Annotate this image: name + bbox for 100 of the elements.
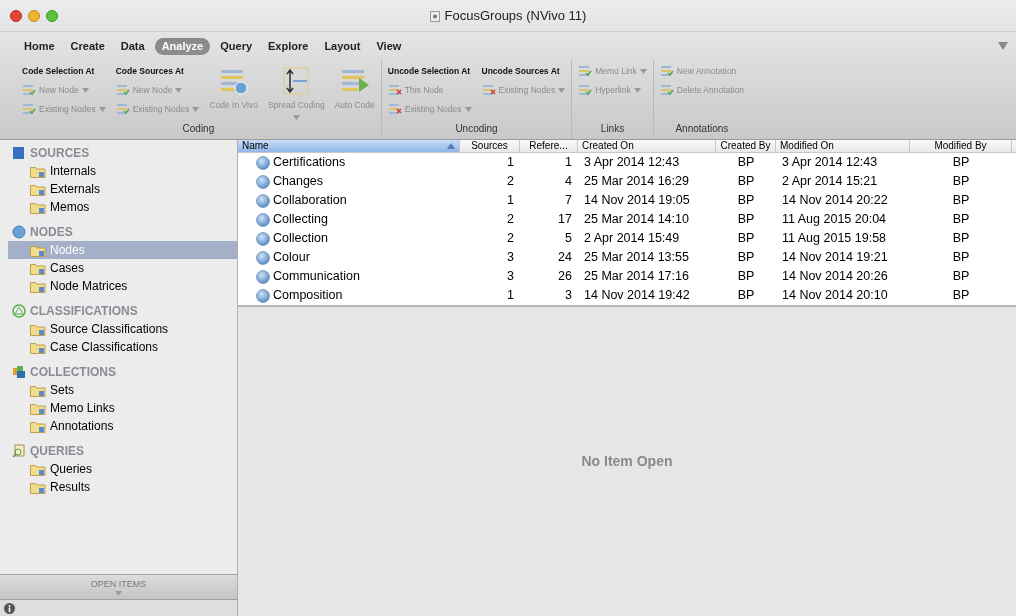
table-cell-text: 3	[506, 268, 515, 286]
node-row-name[interactable]: Collection	[238, 229, 460, 248]
blocks-icon	[12, 365, 26, 379]
sidebar-item[interactable]: Results	[8, 478, 237, 496]
ribbon-tab[interactable]: Query	[214, 37, 259, 55]
node-row-name[interactable]: Changes	[238, 172, 460, 191]
caret-icon	[98, 106, 106, 112]
sidebar-item[interactable]: Annotations	[8, 417, 237, 435]
folder-icon	[30, 383, 46, 397]
collapse-icon[interactable]	[998, 42, 1008, 50]
column-header[interactable]: Refere...	[520, 140, 578, 152]
node-icon	[22, 84, 36, 96]
column-header[interactable]: Sources	[460, 140, 520, 152]
table-cell-text: BP	[951, 230, 971, 248]
zoom-button[interactable]	[46, 9, 58, 22]
table-cell-text: BP	[951, 173, 971, 191]
sidebar-item[interactable]: Externals	[8, 180, 237, 198]
folder-icon	[30, 243, 46, 257]
folder-icon	[30, 261, 46, 275]
sidebar-item[interactable]: Source Classifications	[8, 320, 237, 338]
ribbon-tab[interactable]: Data	[114, 37, 151, 55]
table-cell-text: 14 Nov 2014 20:10	[781, 287, 889, 305]
table-cell-text: 3 Apr 2014 12:43	[781, 154, 879, 172]
node-row-name[interactable]: Collecting	[238, 210, 460, 229]
caret-icon	[292, 114, 300, 120]
column-header[interactable]: Modified On	[776, 140, 910, 152]
folder-icon	[30, 419, 46, 433]
node-icon	[578, 65, 593, 77]
table-cell-text: 1	[506, 154, 515, 172]
sidebar-item[interactable]: Cases	[8, 259, 237, 277]
table-cell-text: 14 Nov 2014 19:21	[781, 249, 889, 267]
ribbon-tab[interactable]: Explore	[262, 37, 315, 55]
sidebar-item[interactable]: Internals	[8, 162, 237, 180]
table-cell-text: 25 Mar 2014 17:16	[583, 268, 690, 286]
table-cell-text: BP	[736, 154, 756, 172]
column-header[interactable]: Modified By	[910, 140, 1012, 152]
book-icon	[12, 146, 26, 160]
table-cell-text: 14 Nov 2014 20:22	[781, 192, 889, 210]
column-header[interactable]: Name	[238, 140, 460, 152]
section-heading: COLLECTIONS	[30, 364, 116, 381]
node-row-name[interactable]: Communication	[238, 267, 460, 286]
node-icon	[256, 155, 270, 170]
sidebar-item[interactable]: Queries	[8, 460, 237, 478]
sidebar-item[interactable]: Case Classifications	[8, 338, 237, 356]
node-row-name[interactable]: Composition	[238, 286, 460, 305]
sidebar-item[interactable]: Memos	[8, 198, 237, 216]
node-icon	[256, 174, 270, 189]
sidebar-item[interactable]: Sets	[8, 381, 237, 399]
table-cell-text: 2	[506, 211, 515, 229]
table-cell-text: 1	[506, 192, 515, 210]
node-row-name[interactable]: Certifications	[238, 153, 460, 172]
caret-icon	[558, 87, 566, 93]
ribbon-tab[interactable]: Create	[64, 37, 111, 55]
sidebar-item[interactable]: Memo Links	[8, 399, 237, 417]
table-cell-text: 3	[564, 287, 573, 305]
folder-icon	[30, 279, 46, 293]
table-cell-text: 25 Mar 2014 16:29	[583, 173, 690, 191]
table-cell-text: 26	[557, 268, 573, 286]
caret-icon	[633, 87, 641, 93]
table-cell-text: BP	[736, 173, 756, 191]
table-cell-text: 14 Nov 2014 19:05	[583, 192, 691, 210]
section-heading: SOURCES	[30, 145, 90, 162]
table-cell-text: 11 Aug 2015 19:58	[781, 230, 888, 248]
triangle-icon	[12, 304, 26, 318]
caret-icon	[464, 106, 472, 112]
node-row-name[interactable]: Collaboration	[238, 191, 460, 210]
node-icon	[256, 231, 270, 246]
node-icon	[256, 269, 270, 284]
column-header[interactable]: Created By	[716, 140, 776, 152]
folder-icon	[30, 401, 46, 415]
table-cell-text: 2	[506, 230, 515, 248]
node-icon	[659, 65, 674, 77]
node-icon	[256, 288, 270, 303]
table-cell-text: 2	[506, 173, 515, 191]
close-button[interactable]	[10, 9, 22, 22]
section-heading: NODES	[30, 224, 73, 241]
table-cell-text: 7	[564, 192, 573, 210]
table-cell-text: BP	[951, 192, 971, 210]
info-icon[interactable]	[4, 602, 15, 614]
table-cell-text: 1	[506, 287, 515, 305]
ribbon-tab[interactable]: Layout	[318, 37, 367, 55]
table-cell-text: 17	[557, 211, 573, 229]
table-cell-text: BP	[736, 268, 756, 286]
node-icon	[578, 84, 593, 96]
group-heading: Uncode Selection At	[387, 65, 472, 78]
column-header[interactable]: Created On	[578, 140, 716, 152]
minimize-button[interactable]	[28, 9, 40, 22]
node-row-name[interactable]: Colour	[238, 248, 460, 267]
ribbon-tab[interactable]: Home	[18, 37, 61, 55]
folder-icon	[30, 164, 46, 178]
ribbon-tab[interactable]: View	[370, 37, 408, 55]
empty-message: No Item Open	[581, 452, 673, 471]
folder-icon	[30, 462, 46, 476]
section-heading: QUERIES	[30, 443, 84, 460]
group-label: Annotations	[674, 122, 730, 136]
node-icon	[387, 103, 402, 115]
sidebar-item[interactable]: Node Matrices	[8, 277, 237, 295]
group-label: Links	[599, 122, 626, 136]
table-cell-text: BP	[951, 268, 971, 286]
folder-icon	[30, 480, 46, 494]
